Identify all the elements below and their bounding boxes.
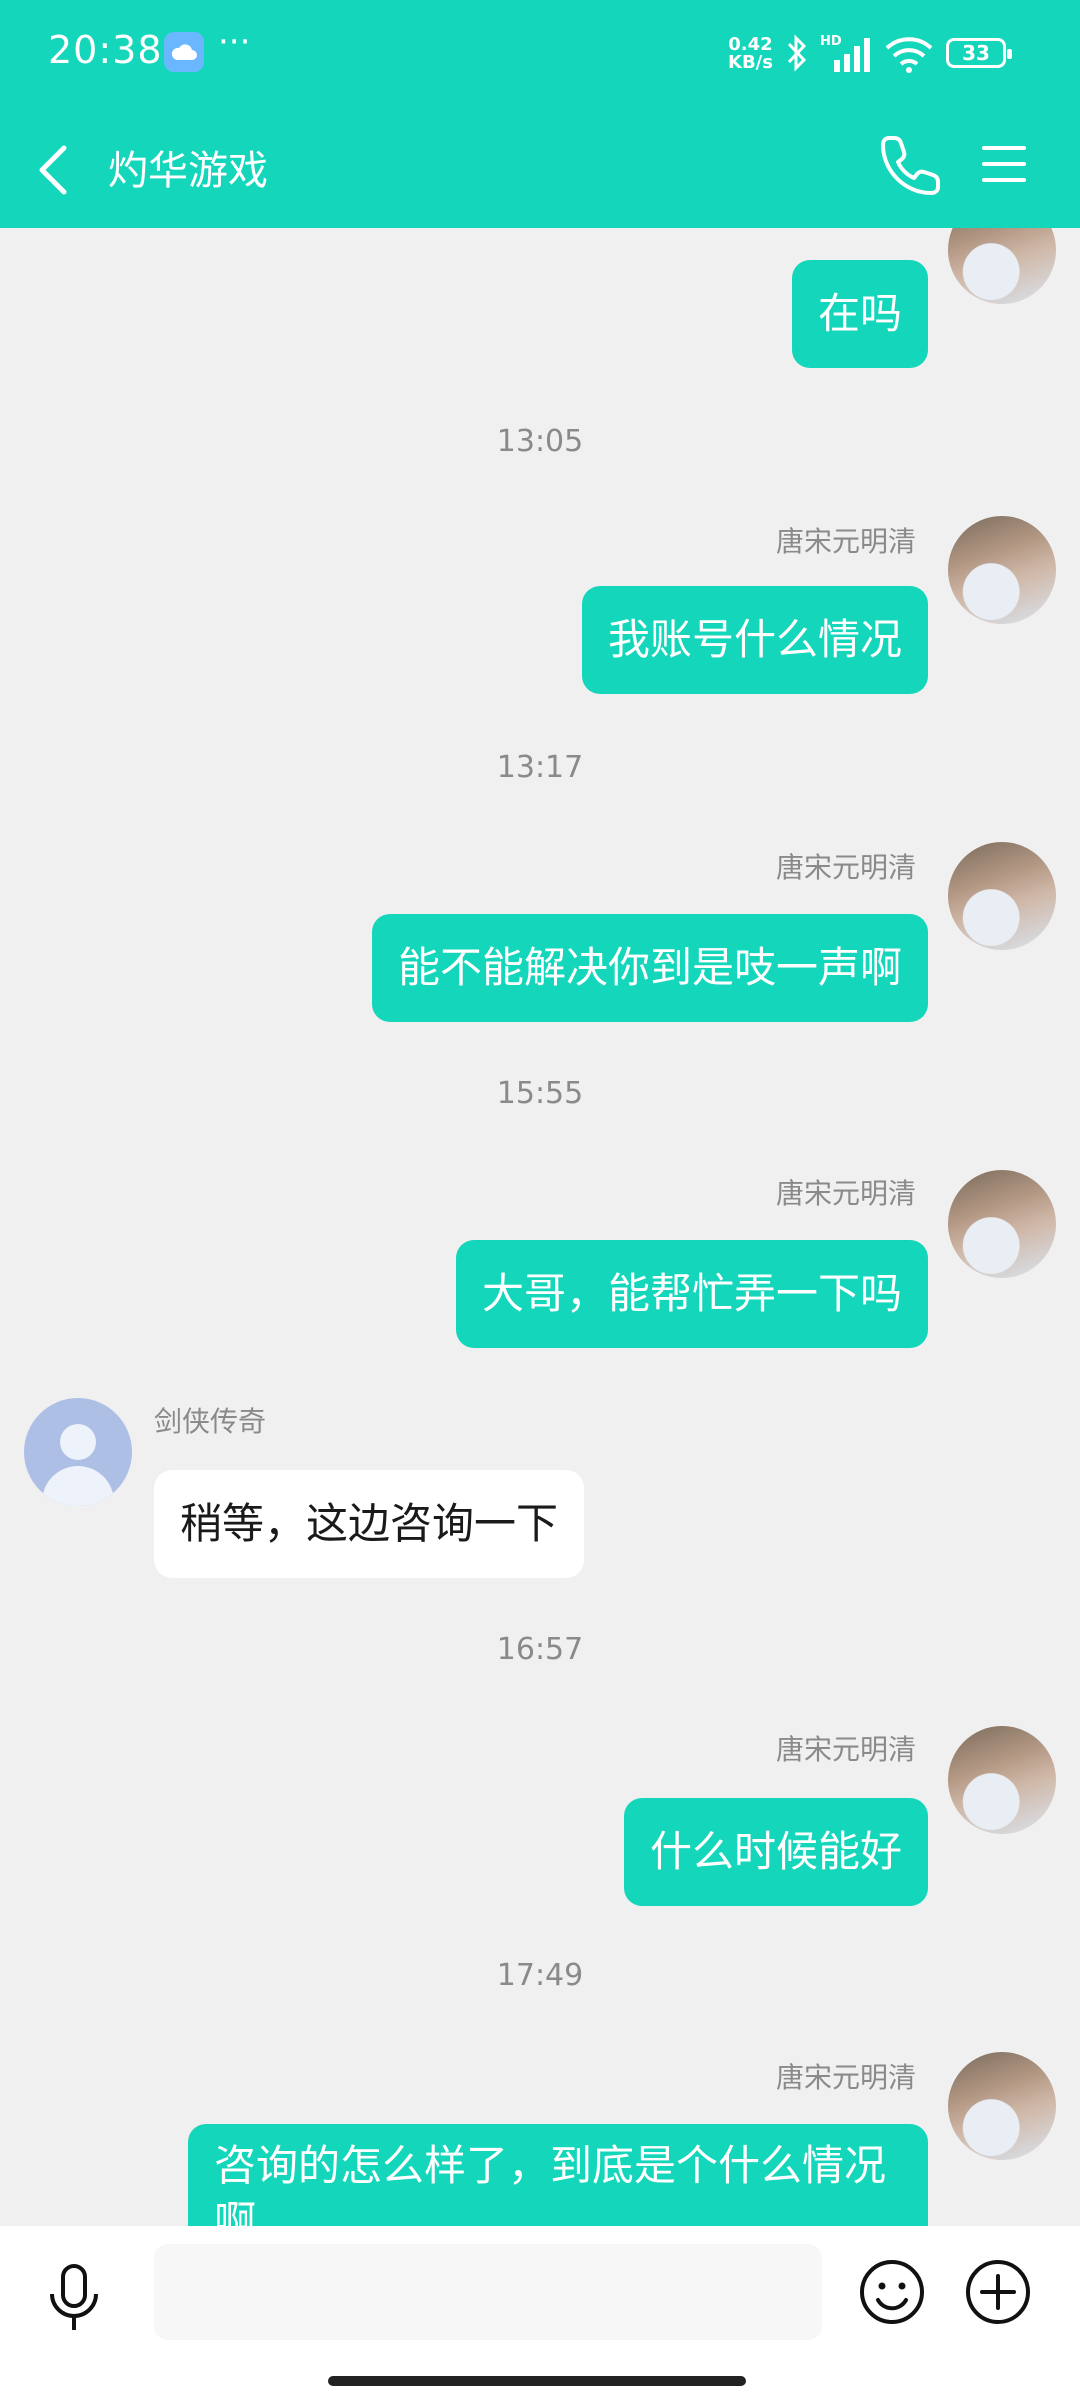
- timestamp: 13:05: [496, 424, 584, 459]
- microphone-icon[interactable]: [44, 2262, 104, 2334]
- chat-title: 灼华游戏: [108, 148, 268, 194]
- more-notifications-icon: ···: [218, 22, 251, 62]
- sender-name: 唐宋元明清: [775, 2061, 916, 2094]
- message-list[interactable]: 在吗 13:05 唐宋元明清 我账号什么情况 13:17 唐宋元明清 能不能解决…: [0, 228, 1080, 2226]
- my-avatar[interactable]: [948, 1726, 1056, 1834]
- back-arrow-icon[interactable]: [28, 128, 88, 208]
- my-avatar[interactable]: [948, 2052, 1056, 2160]
- header: 20:38 ··· 0.42 KB/s HD 33 灼华游戏: [0, 0, 1080, 228]
- nav-bar: 灼华游戏: [0, 108, 1080, 228]
- home-indicator[interactable]: [328, 2376, 746, 2386]
- plus-icon[interactable]: [962, 2256, 1034, 2328]
- status-time: 20:38: [48, 28, 163, 72]
- outgoing-message-bubble[interactable]: 什么时候能好: [623, 1798, 928, 1906]
- incoming-message-bubble[interactable]: 稍等，这边咨询一下: [154, 1470, 585, 1578]
- avatar-body-shape: [42, 1466, 114, 1506]
- outgoing-message-bubble[interactable]: 大哥，能帮忙弄一下吗: [455, 1240, 928, 1348]
- emoji-icon[interactable]: [856, 2256, 928, 2328]
- cloud-icon: [164, 32, 204, 72]
- network-speed: 0.42 KB/s: [728, 36, 773, 72]
- outgoing-message-bubble[interactable]: 能不能解决你到是吱一声啊: [371, 914, 928, 1022]
- outgoing-message-bubble[interactable]: 咨询的怎么样了，到底是个什么情况啊: [188, 2124, 928, 2226]
- signal-icon: [820, 34, 876, 78]
- sender-name: 唐宋元明清: [775, 1177, 916, 1210]
- wifi-icon: [884, 36, 934, 78]
- my-avatar[interactable]: [948, 228, 1056, 304]
- menu-icon[interactable]: [974, 134, 1034, 194]
- timestamp: 15:55: [496, 1076, 584, 1111]
- input-bar: [0, 2226, 1080, 2400]
- timestamp: 17:49: [496, 1958, 584, 1993]
- phone-icon[interactable]: [876, 130, 946, 200]
- message-input[interactable]: [154, 2244, 822, 2340]
- network-speed-unit: KB/s: [728, 52, 773, 73]
- my-avatar[interactable]: [948, 516, 1056, 624]
- timestamp: 16:57: [496, 1632, 584, 1667]
- status-bar: 20:38 ··· 0.42 KB/s HD 33: [0, 0, 1080, 108]
- bluetooth-icon: [784, 34, 810, 76]
- timestamp: 13:17: [496, 750, 584, 785]
- sender-name: 唐宋元明清: [775, 1733, 916, 1766]
- outgoing-message-bubble[interactable]: 在吗: [791, 260, 928, 368]
- my-avatar[interactable]: [948, 842, 1056, 950]
- sender-name: 唐宋元明清: [775, 525, 916, 558]
- sender-name: 剑侠传奇: [154, 1405, 267, 1438]
- my-avatar[interactable]: [948, 1170, 1056, 1278]
- contact-avatar[interactable]: [24, 1398, 132, 1506]
- battery-indicator: 33: [946, 38, 1012, 68]
- sender-name: 唐宋元明清: [775, 851, 916, 884]
- avatar-head-shape: [60, 1424, 96, 1460]
- outgoing-message-bubble[interactable]: 我账号什么情况: [581, 586, 928, 694]
